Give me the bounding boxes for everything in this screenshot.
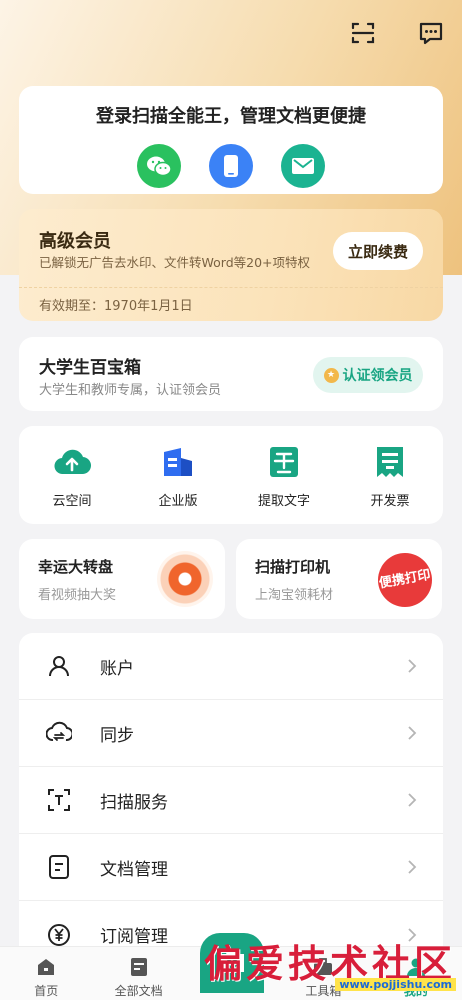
yen-icon [46,922,72,948]
verify-member-label: 认证领会员 [342,368,413,384]
chevron-right-icon [405,860,419,874]
lucky-wheel-card[interactable]: 幸运大转盘 看视频抽大奖 [19,539,225,619]
menu-label: 订阅管理 [100,927,168,947]
header-actions [348,18,446,48]
menu-label: 同步 [100,725,134,746]
vip-description: 已解锁无广告去水印、文件转Word等20+项特权 [39,255,311,270]
menu-item-document-management[interactable]: 文档管理 [19,834,443,901]
tools-card: 云空间 企业版 提取文字 开发票 [19,426,443,524]
tool-cloud-space[interactable]: 云空间 [19,426,125,524]
building-icon [159,444,197,480]
camera-icon [217,948,247,978]
vip-divider [19,287,443,288]
camera-button[interactable] [200,933,264,993]
chevron-right-icon [405,793,419,807]
student-description: 大学生和教师专属，认证领会员 [39,383,222,398]
tab-mine[interactable]: 我的 [370,947,462,1000]
home-icon [35,957,57,977]
promo-subtitle: 看视频抽大奖 [38,588,117,603]
verify-member-button[interactable]: ★ 认证领会员 [313,357,423,393]
login-title[interactable]: 登录扫描全能王，管理文档更便捷 [19,102,443,128]
promo-title: 幸运大转盘 [38,558,114,576]
tab-label: 我的 [403,984,428,998]
menu-label: 账户 [100,658,134,679]
student-title: 大学生百宝箱 [39,358,141,378]
menu-label: 文档管理 [100,859,168,880]
login-card: 登录扫描全能王，管理文档更便捷 [19,86,443,194]
files-icon [128,957,150,977]
tool-extract-text[interactable]: 提取文字 [231,426,337,524]
menu-label: 扫描服务 [100,792,168,813]
tab-label: 首页 [34,984,59,998]
scan-printer-card[interactable]: 扫描打印机 上淘宝领耗材 便携打印 [236,539,442,619]
menu-item-sync[interactable]: 同步 [19,700,443,767]
tool-label: 提取文字 [257,494,310,509]
chevron-right-icon [405,659,419,673]
tab-toolbox[interactable]: 工具箱 [277,947,369,1000]
portable-print-badge: 便携打印 [373,548,437,612]
tab-label: 全部文档 [114,984,163,998]
vip-card[interactable]: 高级会员 已解锁无广告去水印、文件转Word等20+项特权 立即续费 有效期至：… [19,209,443,321]
student-card[interactable]: 大学生百宝箱 大学生和教师专属，认证领会员 ★ 认证领会员 [19,337,443,411]
vip-expire-date: 有效期至：1970年1月1日 [39,299,193,314]
badge-icon: ★ [323,367,339,383]
document-icon [46,854,72,880]
promo-subtitle: 上淘宝领耗材 [255,588,334,603]
tool-label: 开发票 [370,494,410,509]
toolbox-icon [312,957,334,977]
chevron-right-icon [405,726,419,740]
lucky-wheel-icon [157,551,213,607]
scan-frame-icon [46,787,72,813]
tab-label: 工具箱 [305,984,342,998]
text-extract-icon [265,444,303,480]
renew-button[interactable]: 立即续费 [333,232,423,270]
promo-title: 扫描打印机 [255,558,331,576]
cloud-upload-icon [53,444,91,480]
profile-icon [405,957,427,977]
wechat-icon[interactable] [137,144,181,188]
tool-enterprise[interactable]: 企业版 [125,426,231,524]
invoice-icon [371,444,409,480]
vip-title: 高级会员 [39,231,111,252]
bottom-tab-bar: 首页 全部文档 工具箱 我的 [0,933,462,1000]
tool-label: 企业版 [158,494,198,509]
login-methods [19,144,443,188]
phone-icon[interactable] [209,144,253,188]
tab-home[interactable]: 首页 [0,947,92,1000]
scan-icon[interactable] [348,18,378,48]
settings-menu: 账户 同步 扫描服务 文档管理 订阅管理 [19,633,443,973]
tool-invoice[interactable]: 开发票 [337,426,443,524]
message-icon[interactable] [416,18,446,48]
mail-icon[interactable] [281,144,325,188]
user-icon [46,653,72,679]
cloud-sync-icon [46,720,72,746]
chevron-right-icon [405,927,419,942]
menu-item-account[interactable]: 账户 [19,633,443,700]
tool-label: 云空间 [52,494,92,509]
tab-all-documents[interactable]: 全部文档 [92,947,184,1000]
menu-item-scan-service[interactable]: 扫描服务 [19,767,443,834]
